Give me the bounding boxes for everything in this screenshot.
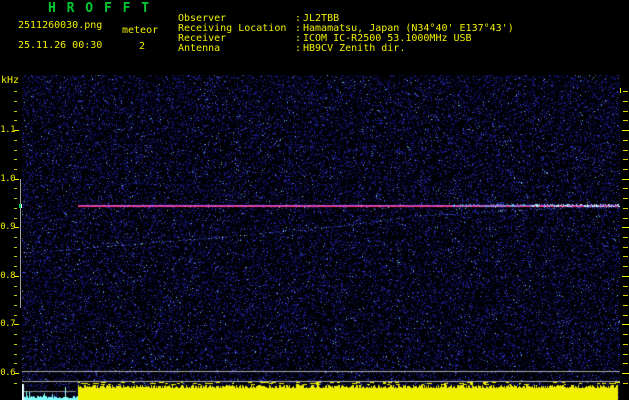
freq-minor-tick-right (623, 188, 628, 189)
freq-minor-tick-right (623, 208, 628, 209)
freq-minor-tick-left (14, 218, 17, 219)
freq-minor-tick-right (623, 237, 628, 238)
freq-major-tick-left (14, 373, 19, 374)
freq-minor-tick-right (623, 354, 628, 355)
freq-minor-tick-right (623, 286, 628, 287)
gray-reference-bar (20, 179, 21, 308)
freq-major-tick-right (622, 276, 629, 277)
freq-minor-tick-left (14, 120, 17, 121)
freq-major-tick-left (14, 130, 19, 131)
freq-tick-label: 1.1 (0, 125, 15, 135)
freq-minor-tick-left (14, 305, 17, 306)
freq-minor-tick-right (623, 198, 628, 199)
frame-datetime: 25.11.26 00:30 (18, 40, 103, 51)
freq-minor-tick-right (623, 140, 628, 141)
freq-axis-unit: kHz (1, 75, 20, 86)
echo-count: 2 (138, 41, 146, 52)
freq-minor-tick-left (14, 286, 17, 287)
freq-minor-tick-right (623, 295, 628, 296)
app-title: H R O F F T (48, 1, 151, 16)
freq-major-tick-right (622, 130, 629, 131)
freq-major-tick-right (622, 373, 629, 374)
freq-major-tick-right (622, 324, 629, 325)
freq-minor-tick-left (14, 315, 17, 316)
freq-minor-tick-left (14, 140, 17, 141)
freq-minor-tick-left (14, 198, 17, 199)
freq-minor-tick-right (623, 266, 628, 267)
freq-minor-tick-right (623, 344, 628, 345)
spectrogram-canvas (22, 75, 620, 400)
freq-minor-tick-right (623, 150, 628, 151)
freq-minor-tick-left (14, 169, 17, 170)
freq-minor-tick-left (14, 188, 17, 189)
freq-minor-tick-left (14, 256, 17, 257)
freq-minor-tick-right (623, 363, 628, 364)
freq-minor-tick-left (14, 237, 17, 238)
freq-minor-tick-left (14, 383, 17, 384)
freq-major-tick-left (14, 276, 19, 277)
freq-minor-tick-left (14, 208, 17, 209)
freq-minor-tick-right (623, 256, 628, 257)
freq-major-tick-left (14, 227, 19, 228)
freq-minor-tick-right (623, 169, 628, 170)
freq-minor-tick-left (14, 266, 17, 267)
freq-minor-tick-left (14, 101, 17, 102)
freq-minor-tick-left (14, 344, 17, 345)
freq-minor-tick-right (623, 101, 628, 102)
info-value: HB9CV Zenith dir. (303, 43, 406, 54)
freq-major-tick-right (622, 227, 629, 228)
freq-tick-label: 1.0 (0, 174, 15, 184)
freq-minor-tick-left (14, 159, 17, 160)
info-row: Receiving Location: Hamamatsu, Japan (N34… (178, 16, 514, 34)
freq-minor-tick-right (623, 159, 628, 160)
freq-minor-tick-left (14, 295, 17, 296)
freq-minor-tick-right (623, 334, 628, 335)
freq-minor-tick-right (623, 247, 628, 248)
freq-major-tick-left (14, 179, 19, 180)
mode-label: meteor (122, 25, 159, 36)
freq-major-tick-left (14, 324, 19, 325)
freq-minor-tick-left (14, 363, 17, 364)
freq-minor-tick-right (623, 383, 628, 384)
station-info: Observer: JL2TBB Receiving Location: Hamama… (178, 6, 514, 54)
freq-minor-tick-right (623, 111, 628, 112)
freq-minor-tick-left (14, 150, 17, 151)
freq-tick-label: 0.6 (0, 368, 15, 378)
output-filename: 2511260030.png (18, 20, 103, 31)
freq-minor-tick-right (623, 315, 628, 316)
freq-minor-tick-right (623, 218, 628, 219)
freq-minor-tick-left (14, 334, 17, 335)
freq-minor-tick-left (14, 354, 17, 355)
freq-minor-tick-right (623, 120, 628, 121)
info-colon: : (295, 43, 302, 54)
freq-minor-tick-left (14, 111, 17, 112)
info-row: Receiver: ICOM IC-R2500 53.1000MHz USB (178, 26, 514, 44)
freq-tick-label: 0.7 (0, 319, 15, 329)
freq-minor-tick-right (623, 91, 628, 92)
freq-tick-label: 0.8 (0, 271, 15, 281)
freq-minor-tick-left (14, 91, 17, 92)
hrofft-window: H R O F F T 2511260030.png meteor 25.11.… (0, 0, 629, 400)
info-label: Antenna (178, 43, 221, 54)
freq-tick-label: 0.9 (0, 222, 15, 232)
info-row: Observer: JL2TBB (178, 6, 514, 24)
freq-major-tick-right (622, 179, 629, 180)
freq-minor-tick-left (14, 247, 17, 248)
freq-minor-tick-right (623, 305, 628, 306)
